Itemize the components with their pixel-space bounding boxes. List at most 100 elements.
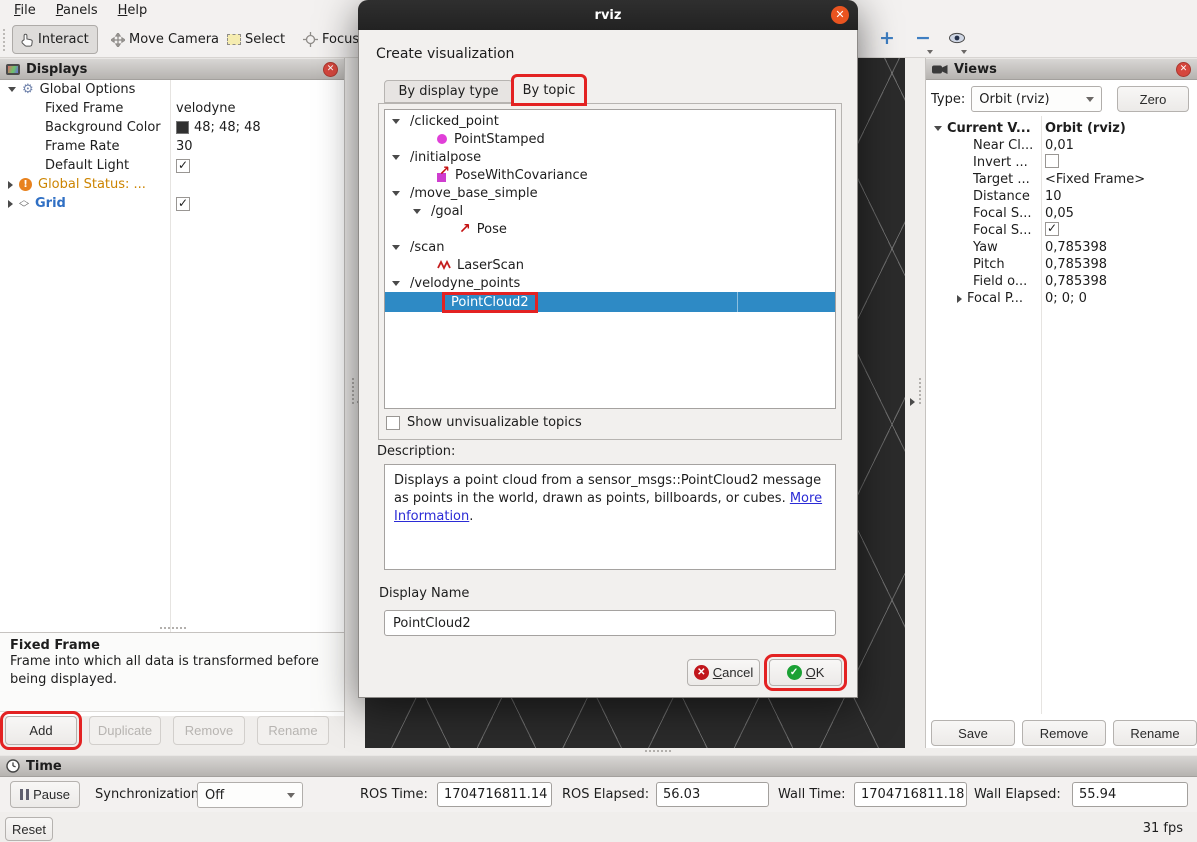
topic-row[interactable]: /velodyne_points — [385, 274, 835, 292]
expand-arrow-icon[interactable] — [8, 87, 16, 92]
rename-button[interactable]: Rename — [1113, 720, 1197, 746]
view-row-distance[interactable]: Distance 10 — [926, 188, 1197, 205]
tree-row-default-light[interactable]: Default Light — [0, 156, 344, 175]
expand-arrow-icon[interactable] — [392, 245, 400, 250]
wall-time-input[interactable]: 1704716811.18 — [854, 782, 967, 807]
tree-row-global-status[interactable]: !Global Status: ... — [0, 175, 344, 194]
menu-panels[interactable]: Panels — [50, 2, 110, 20]
close-icon[interactable]: ✕ — [323, 62, 338, 77]
focal-shape-checkbox[interactable] — [1045, 222, 1059, 236]
row-value[interactable]: 48; 48; 48 — [194, 120, 261, 135]
view-type-select[interactable]: Orbit (rviz) — [971, 86, 1102, 112]
visibility-dropdown-arrow[interactable] — [961, 50, 967, 54]
tree-row-fixed-frame[interactable]: Fixed Frame velodyne — [0, 99, 344, 118]
displays-panel-header[interactable]: Displays ✕ — [0, 58, 344, 80]
right-splitter-handle[interactable] — [919, 378, 922, 404]
topic-row[interactable]: /initialpose — [385, 148, 835, 166]
expand-arrow-icon[interactable] — [413, 209, 421, 214]
row-value[interactable]: 0,01 — [1041, 138, 1197, 153]
view-row-near-clip[interactable]: Near Cl... 0,01 — [926, 137, 1197, 154]
wall-elapsed-input[interactable]: 55.94 — [1072, 782, 1188, 807]
view-row-current-view[interactable]: Current V... Orbit (rviz) — [926, 120, 1197, 137]
views-panel-header[interactable]: Views ✕ — [926, 58, 1197, 80]
row-value[interactable]: 30 — [176, 139, 193, 154]
row-value[interactable]: velodyne — [176, 101, 235, 116]
row-value[interactable]: 0,05 — [1041, 206, 1197, 221]
expand-arrow-icon[interactable] — [392, 191, 400, 196]
view-row-focal-shape-size[interactable]: Focal S... 0,05 — [926, 205, 1197, 222]
tree-row-background-color[interactable]: Background Color 48; 48; 48 — [0, 118, 344, 137]
cancel-button[interactable]: ✕ Cancel — [687, 659, 760, 686]
interact-tool-button[interactable]: Interact — [12, 25, 98, 54]
row-value[interactable]: 0,785398 — [1041, 274, 1197, 289]
topic-row[interactable]: /goal — [385, 202, 835, 220]
bottom-splitter-handle[interactable] — [645, 750, 671, 753]
tree-row-grid[interactable]: ◇Grid — [0, 194, 344, 213]
zero-button[interactable]: Zero — [1117, 86, 1189, 112]
left-splitter-handle[interactable] — [352, 378, 355, 404]
view-row-pitch[interactable]: Pitch 0,785398 — [926, 256, 1197, 273]
view-row-yaw[interactable]: Yaw 0,785398 — [926, 239, 1197, 256]
row-value[interactable]: 0; 0; 0 — [1041, 291, 1197, 306]
expand-arrow-icon[interactable] — [392, 155, 400, 160]
remove-tool-dropdown-arrow[interactable] — [927, 50, 933, 54]
display-name-input[interactable]: PointCloud2 — [384, 610, 836, 636]
row-value[interactable]: 0,785398 — [1041, 240, 1197, 255]
topic-row[interactable]: LaserScan — [385, 256, 835, 274]
tool-visibility-button[interactable] — [942, 24, 972, 52]
column-divider[interactable] — [170, 80, 171, 632]
remove-button[interactable]: Remove — [173, 716, 245, 745]
invert-z-checkbox[interactable] — [1045, 154, 1059, 168]
topic-row[interactable]: /scan — [385, 238, 835, 256]
topic-row[interactable]: /move_base_simple — [385, 184, 835, 202]
remove-tool-button[interactable]: − — [908, 24, 938, 52]
duplicate-button[interactable]: Duplicate — [89, 716, 161, 745]
toolbar-drag-handle[interactable] — [3, 29, 7, 51]
collapse-arrow-icon[interactable] — [8, 181, 13, 189]
expand-arrow-icon[interactable] — [392, 281, 400, 286]
move-camera-tool-button[interactable]: Move Camera — [102, 25, 228, 54]
grid-checkbox[interactable] — [176, 197, 190, 211]
sync-select[interactable]: Off — [197, 782, 303, 808]
tree-row-frame-rate[interactable]: Frame Rate 30 — [0, 137, 344, 156]
tab-by-display-type[interactable]: By display type — [384, 80, 513, 103]
view-row-field-of-view[interactable]: Field o... 0,785398 — [926, 273, 1197, 290]
view-row-focal-point[interactable]: Focal P... 0; 0; 0 — [926, 290, 1197, 307]
tree-row-global-options[interactable]: ⚙Global Options — [0, 80, 344, 99]
view-row-focal-shape-fixed[interactable]: Focal S... — [926, 222, 1197, 239]
ros-time-input[interactable]: 1704716811.14 — [437, 782, 552, 807]
show-unvisualizable-row[interactable]: Show unvisualizable topics — [386, 415, 582, 430]
rename-button[interactable]: Rename — [257, 716, 329, 745]
expand-arrow-icon[interactable] — [934, 126, 942, 131]
row-value[interactable]: <Fixed Frame> — [1041, 172, 1197, 187]
select-tool-button[interactable]: Select — [218, 25, 294, 54]
time-panel-header[interactable]: Time — [0, 755, 1197, 777]
topic-row[interactable]: PointStamped — [385, 130, 835, 148]
save-button[interactable]: Save — [931, 720, 1015, 746]
ok-button[interactable]: ✓ OK — [769, 659, 842, 686]
tab-by-topic[interactable]: By topic — [513, 76, 585, 104]
view-row-target-frame[interactable]: Target ... <Fixed Frame> — [926, 171, 1197, 188]
menu-file[interactable]: File — [8, 2, 48, 20]
remove-button[interactable]: Remove — [1022, 720, 1106, 746]
color-swatch[interactable] — [176, 121, 189, 134]
right-splitter-collapse-icon[interactable] — [910, 398, 915, 406]
row-value[interactable]: 0,785398 — [1041, 257, 1197, 272]
default-light-checkbox[interactable] — [176, 159, 190, 173]
topic-row[interactable]: ↗ PoseWithCovariance — [385, 166, 835, 184]
topic-row-selected[interactable]: PointCloud2 — [385, 292, 835, 312]
view-row-invert-z[interactable]: Invert ... — [926, 154, 1197, 171]
collapse-arrow-icon[interactable] — [8, 200, 13, 208]
collapse-arrow-icon[interactable] — [957, 295, 962, 303]
ros-elapsed-input[interactable]: 56.03 — [656, 782, 769, 807]
dialog-title-bar[interactable]: rviz ✕ — [358, 0, 858, 30]
topic-row[interactable]: /clicked_point — [385, 112, 835, 130]
close-icon[interactable]: ✕ — [831, 6, 849, 24]
column-divider[interactable] — [1041, 116, 1042, 714]
add-button[interactable]: Add — [5, 716, 77, 745]
pause-button[interactable]: Pause — [10, 781, 80, 808]
add-tool-button[interactable]: + — [872, 24, 902, 52]
reset-button[interactable]: Reset — [5, 817, 53, 841]
help-splitter-handle[interactable] — [160, 627, 186, 630]
expand-arrow-icon[interactable] — [392, 119, 400, 124]
